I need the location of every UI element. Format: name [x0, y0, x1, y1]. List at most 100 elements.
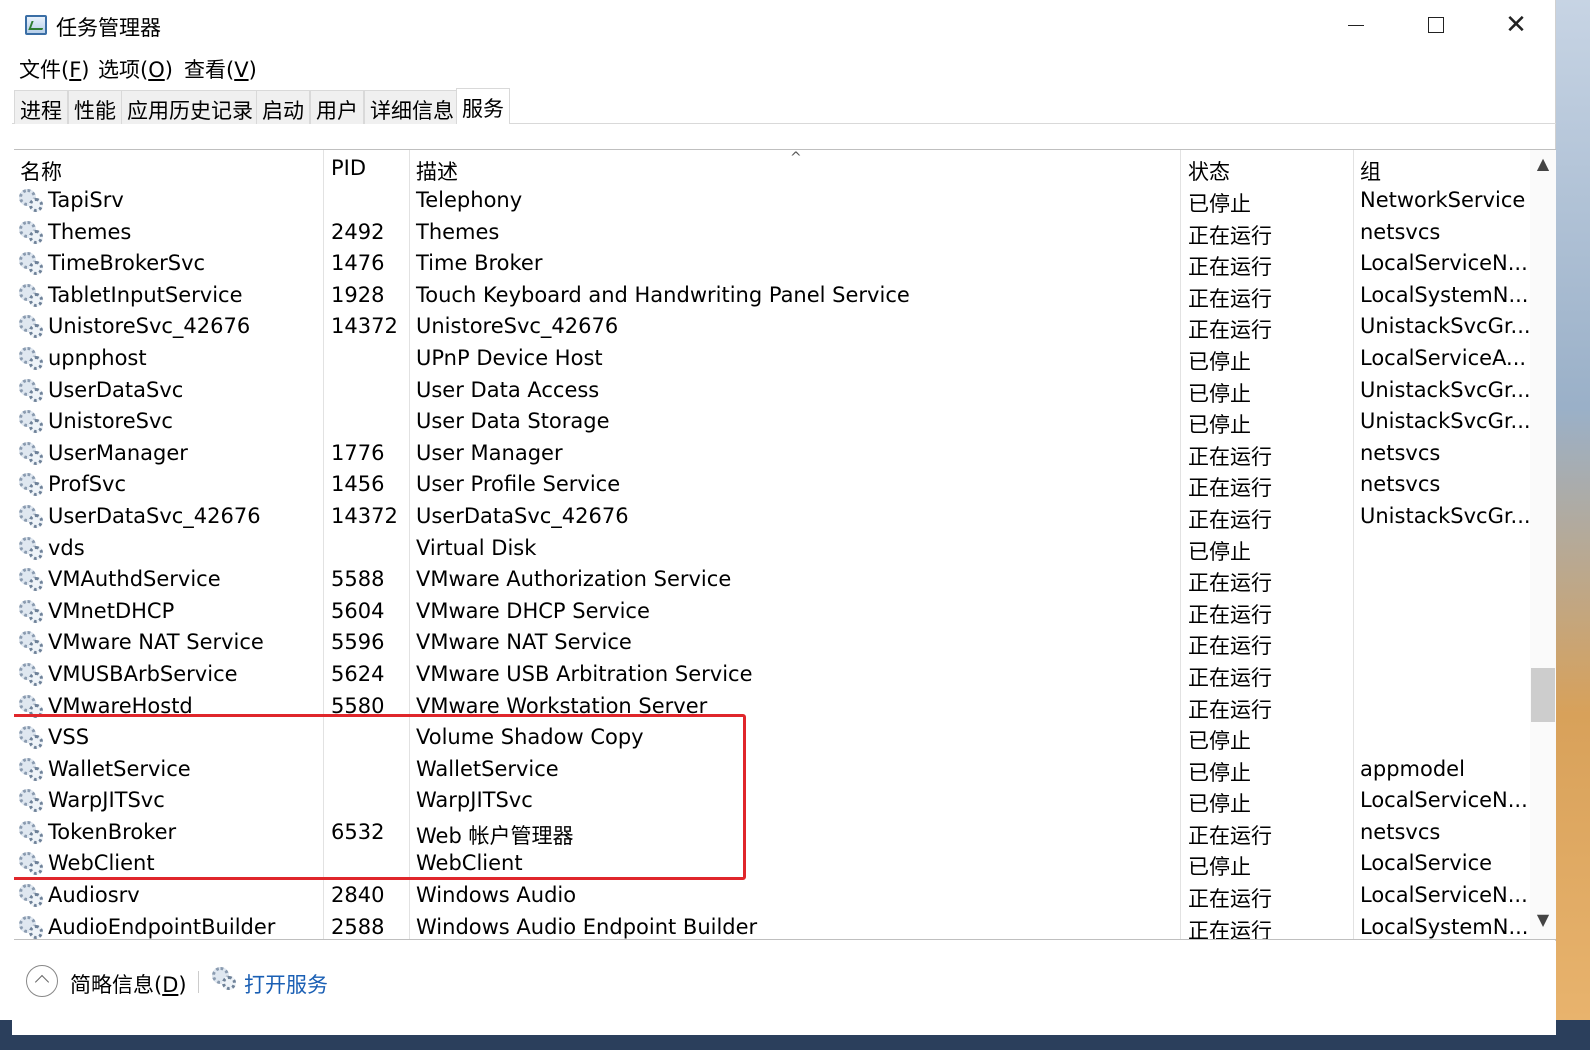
table-row[interactable]: VMAuthdService 5588 VMware Authorization S…: [14, 565, 1530, 597]
service-name: TapiSrv: [48, 188, 124, 212]
service-description: VMware DHCP Service: [416, 598, 650, 623]
service-status: 正在运行: [1188, 602, 1272, 627]
service-name: UserDataSvc_42676: [48, 503, 261, 528]
menu-file[interactable]: 文件(F): [19, 54, 90, 84]
service-description: Touch Keyboard and Handwriting Panel Ser…: [416, 282, 910, 307]
tab-performance[interactable]: 性能: [68, 90, 122, 124]
service-status: 正在运行: [1188, 634, 1272, 659]
tab-users[interactable]: 用户: [310, 90, 364, 124]
column-header-group[interactable]: 组: [1360, 156, 1381, 186]
tab-services[interactable]: 服务: [456, 88, 510, 124]
service-name: VMnetDHCP: [48, 598, 175, 623]
service-group: netsvcs: [1360, 219, 1441, 244]
scrollbar-thumb[interactable]: [1531, 668, 1555, 722]
less-details-suffix: ): [178, 973, 187, 997]
service-group: UnistackSvcGr...: [1360, 503, 1531, 528]
service-group: netsvcs: [1360, 819, 1441, 844]
service-description: VMware NAT Service: [416, 630, 632, 655]
less-details-button[interactable]: 简略信息(D): [70, 969, 187, 999]
table-row[interactable]: VMware NAT Service 5596 VMware NAT Service…: [14, 628, 1530, 660]
gears-icon: [19, 568, 45, 594]
service-status: 已停止: [1188, 381, 1251, 406]
service-description: VMware USB Arbitration Service: [416, 661, 753, 686]
table-row[interactable]: VMUSBArbService 5624 VMware USB Arbitratio…: [14, 660, 1530, 692]
service-status: 正在运行: [1188, 318, 1272, 343]
service-name: UserDataSvc: [48, 377, 184, 402]
table-row[interactable]: vds Virtual Disk 已停止: [14, 534, 1530, 566]
task-manager-window: 任务管理器 ✕ 文件(F) 选项(O) 查看(V) 进程 性能 应用历史记录 启…: [12, 0, 1556, 1035]
service-name: vds: [48, 535, 85, 560]
footer-divider: [198, 971, 199, 993]
table-row[interactable]: AudioEndpointBuilder 2588 Windows Audio En…: [14, 913, 1530, 939]
column-header-name[interactable]: 名称: [20, 156, 62, 186]
column-header-pid[interactable]: PID: [331, 156, 366, 180]
service-name: VMware NAT Service: [48, 630, 264, 655]
service-name: UserManager: [48, 440, 188, 465]
table-row[interactable]: UnistoreSvc User Data Storage 已停止 UnistackS…: [14, 407, 1531, 439]
tab-startup[interactable]: 启动: [256, 90, 310, 124]
table-row[interactable]: VMnetDHCP 5604 VMware DHCP Service 正在运行: [14, 597, 1530, 629]
menu-options-label: 选项(: [98, 58, 149, 82]
table-row[interactable]: UserDataSvc_42676 14372 UserDataSvc_42676 正…: [14, 502, 1531, 534]
menu-options[interactable]: 选项(O): [98, 54, 173, 84]
tab-strip: 进程 性能 应用历史记录 启动 用户 详细信息 服务: [12, 88, 1556, 124]
service-status: 正在运行: [1188, 665, 1272, 690]
service-description: User Manager: [416, 440, 563, 465]
service-group: LocalServiceN...: [1360, 788, 1528, 813]
service-status: 正在运行: [1188, 697, 1272, 722]
table-row[interactable]: UserDataSvc User Data Access 已停止 UnistackSv…: [14, 376, 1531, 408]
service-name: Audiosrv: [48, 883, 140, 908]
maximize-button[interactable]: [1396, 0, 1476, 50]
column-header-status[interactable]: 状态: [1188, 156, 1230, 186]
gears-icon: [19, 504, 45, 531]
table-row[interactable]: upnphost UPnP Device Host 已停止 LocalServiceA…: [14, 344, 1530, 376]
tab-processes[interactable]: 进程: [14, 90, 68, 124]
maximize-icon: [1428, 17, 1444, 33]
gears-icon: [19, 662, 45, 689]
menu-view[interactable]: 查看(V): [184, 54, 257, 84]
close-button[interactable]: ✕: [1476, 0, 1556, 50]
service-status: 已停止: [1188, 792, 1251, 817]
sort-ascending-icon: ^: [790, 150, 802, 166]
title-bar[interactable]: 任务管理器 ✕: [12, 0, 1556, 50]
service-status: 正在运行: [1188, 823, 1272, 848]
table-row[interactable]: Themes 2492 Themes 正在运行 netsvcs: [14, 218, 1530, 250]
scroll-down-arrow-icon[interactable]: ▼: [1530, 910, 1556, 936]
table-row[interactable]: UserManager 1776 User Manager 正在运行 netsvcs: [14, 439, 1530, 471]
task-manager-icon: [25, 15, 47, 35]
service-description: User Data Storage: [416, 409, 610, 434]
service-status: 正在运行: [1188, 223, 1272, 248]
service-description: Windows Audio: [416, 883, 577, 908]
chevron-up-circle-icon[interactable]: [26, 965, 58, 997]
table-row[interactable]: UnistoreSvc_42676 14372 UnistoreSvc_42676 正…: [14, 312, 1531, 344]
minimize-button[interactable]: [1316, 0, 1396, 50]
service-group: UnistackSvcGr...: [1360, 377, 1531, 402]
service-group: LocalServiceA...: [1360, 345, 1527, 370]
table-row[interactable]: TapiSrv Telephony 已停止 NetworkService: [14, 186, 1530, 218]
service-pid: 5604: [331, 598, 385, 623]
tab-app-history[interactable]: 应用历史记录: [121, 90, 259, 124]
tab-details[interactable]: 详细信息: [364, 90, 460, 124]
service-name: ProfSvc: [48, 472, 127, 497]
table-row[interactable]: TimeBrokerSvc 1476 Time Broker 正在运行 LocalSer…: [14, 249, 1530, 281]
less-details-accesskey: D: [162, 973, 179, 997]
service-pid: 5588: [331, 567, 385, 592]
service-description: Themes: [416, 219, 500, 244]
menu-options-accesskey: O: [148, 58, 165, 82]
service-group: LocalSystemN...: [1360, 914, 1529, 939]
service-status: 已停止: [1188, 539, 1251, 564]
column-header-description[interactable]: 描述: [416, 156, 458, 186]
service-name: Themes: [48, 219, 132, 244]
gears-icon: [19, 536, 45, 563]
scroll-up-arrow-icon[interactable]: ▲: [1530, 154, 1556, 180]
table-row[interactable]: Audiosrv 2840 Windows Audio 正在运行 LocalServic…: [14, 881, 1530, 913]
table-row[interactable]: TabletInputService 1928 Touch Keyboard and…: [14, 281, 1530, 313]
service-group: LocalSystemN...: [1360, 282, 1529, 307]
services-table: 名称 PID 描述 ^ 状态 组 TapiSrv Telephony 已停止 Netw…: [14, 149, 1556, 940]
service-description: Telephony: [416, 188, 523, 212]
vertical-scrollbar[interactable]: ▲ ▼: [1530, 150, 1556, 939]
service-status: 正在运行: [1188, 286, 1272, 311]
service-status: 已停止: [1188, 192, 1251, 216]
open-services-link[interactable]: 打开服务: [244, 969, 328, 999]
table-row[interactable]: ProfSvc 1456 User Profile Service 正在运行 netsv…: [14, 470, 1530, 502]
